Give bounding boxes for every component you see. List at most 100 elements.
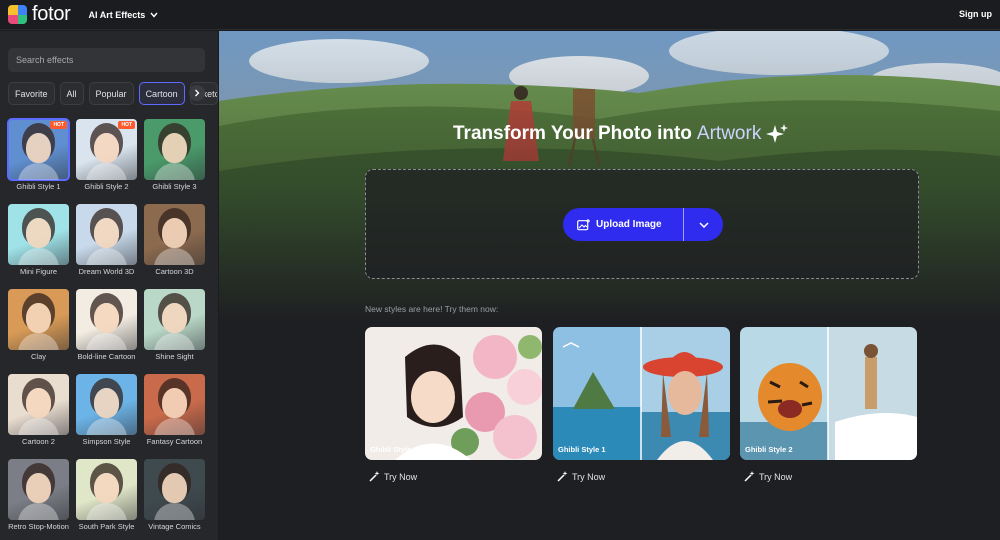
thumbnail-body — [154, 163, 195, 180]
thumbnail-figure — [162, 303, 187, 333]
effect-thumbnail[interactable] — [76, 374, 137, 435]
feature-card-ghibli-seascape[interactable]: Ghibli Style 1 — [553, 327, 730, 460]
effect-thumbnail[interactable] — [8, 289, 69, 350]
effect-thumbnail[interactable] — [8, 459, 69, 520]
hero-title: Transform Your Photo into Artwork — [453, 123, 789, 145]
thumbnail-figure — [26, 473, 51, 503]
effects-grid: HOT Ghibli Style 1 HOT Ghibli Style 2 Ghibli… — [7, 118, 205, 540]
effect-card[interactable]: HOT Ghibli Style 1 — [7, 118, 70, 204]
fotor-logo[interactable]: fotor — [8, 3, 71, 26]
effect-thumbnail[interactable] — [144, 204, 205, 265]
chevron-down-icon — [150, 12, 158, 18]
effect-label: Shine Sight — [155, 352, 194, 361]
thumbnail-body — [18, 418, 59, 435]
upload-options-dropdown[interactable] — [684, 208, 723, 241]
chevron-down-icon — [698, 221, 709, 228]
magic-wand-icon — [369, 471, 380, 482]
thumbnail-figure — [162, 388, 187, 418]
feature-card-ghibli-1[interactable]: Ghibli Style 1 — [365, 327, 542, 460]
category-chips: Favorite All Popular Cartoon Sketch — [8, 82, 218, 105]
chips-next-button[interactable] — [189, 85, 205, 101]
thumbnail-body — [86, 248, 127, 265]
thumbnail-figure — [26, 133, 51, 163]
effect-thumbnail[interactable] — [76, 204, 137, 265]
ai-art-effects-menu[interactable]: AI Art Effects — [89, 10, 159, 20]
thumbnail-body — [86, 418, 127, 435]
effect-label: Ghibli Style 1 — [16, 182, 61, 191]
effect-card[interactable]: Clay — [8, 289, 69, 374]
try-now-label: Try Now — [572, 471, 606, 482]
effect-thumbnail[interactable] — [8, 374, 69, 435]
feature-image-tiger-boat — [740, 327, 917, 460]
effect-label: Vintage Comics — [148, 522, 201, 531]
thumbnail-body — [154, 418, 195, 435]
sign-up-link[interactable]: Sign up — [959, 9, 992, 19]
effect-card[interactable]: South Park Style — [76, 459, 137, 540]
effect-card[interactable]: Bold-line Cartoon — [76, 289, 137, 374]
effect-card[interactable]: Mini Figure — [8, 204, 69, 289]
effect-card[interactable]: Retro Stop-Motion — [8, 459, 69, 540]
feature-label: Ghibli Style 2 — [745, 445, 793, 454]
sparkle-icon — [766, 124, 789, 143]
effect-card[interactable]: HOT Ghibli Style 2 — [76, 119, 137, 204]
try-now-button-2[interactable]: Try Now — [557, 471, 605, 482]
effect-label: South Park Style — [78, 522, 135, 531]
logo-text: fotor — [32, 3, 71, 25]
effect-card[interactable]: Vintage Comics — [144, 459, 205, 540]
effect-thumbnail[interactable]: HOT — [7, 118, 70, 181]
effect-card[interactable]: Cartoon 2 — [8, 374, 69, 459]
chip-popular[interactable]: Popular — [88, 82, 134, 105]
thumbnail-figure — [26, 388, 51, 418]
search-effects-input[interactable]: Search effects — [8, 48, 205, 72]
effect-thumbnail[interactable] — [144, 119, 205, 180]
try-now-label: Try Now — [759, 471, 793, 482]
feature-label: Ghibli Style 1 — [370, 445, 418, 454]
feature-image-woman-seascape — [553, 327, 730, 460]
magic-wand-icon — [557, 471, 568, 482]
thumbnail-figure — [94, 303, 119, 333]
effect-card[interactable]: Simpson Style — [76, 374, 137, 459]
thumbnail-figure — [162, 218, 187, 248]
effect-thumbnail[interactable] — [144, 374, 205, 435]
effect-label: Ghibli Style 2 — [84, 182, 129, 191]
upload-drop-zone[interactable]: Upload Image — [365, 169, 919, 279]
thumbnail-figure — [94, 473, 119, 503]
thumbnail-figure — [94, 388, 119, 418]
effect-label: Retro Stop-Motion — [8, 522, 69, 531]
thumbnail-body — [18, 248, 59, 265]
thumbnail-body — [18, 503, 59, 520]
try-now-button-1[interactable]: Try Now — [369, 471, 417, 482]
effect-label: Fantasy Cartoon — [146, 437, 203, 446]
upload-image-button[interactable]: Upload Image — [563, 208, 723, 241]
effect-label: Simpson Style — [82, 437, 131, 446]
hot-badge: HOT — [118, 121, 135, 129]
effect-thumbnail[interactable] — [144, 459, 205, 520]
chip-cartoon[interactable]: Cartoon — [138, 82, 185, 105]
effect-card[interactable]: Ghibli Style 3 — [144, 119, 205, 204]
thumbnail-figure — [94, 133, 119, 163]
thumbnail-figure — [162, 473, 187, 503]
effect-thumbnail[interactable] — [8, 204, 69, 265]
fotor-logo-icon — [8, 5, 27, 24]
effect-label: Mini Figure — [19, 267, 58, 276]
effect-thumbnail[interactable]: HOT — [76, 119, 137, 180]
thumbnail-body — [86, 163, 127, 180]
effect-thumbnail[interactable] — [76, 289, 137, 350]
effects-sidebar: Search effects Favorite All Popular Cart… — [0, 31, 218, 540]
chip-all[interactable]: All — [59, 82, 84, 105]
effect-label: Bold-line Cartoon — [77, 352, 136, 361]
effect-card[interactable]: Dream World 3D — [76, 204, 137, 289]
image-upload-icon — [577, 218, 590, 230]
feature-card-ghibli-2[interactable]: Ghibli Style 2 — [740, 327, 917, 460]
effect-label: Ghibli Style 3 — [152, 182, 197, 191]
try-now-button-3[interactable]: Try Now — [744, 471, 792, 482]
chip-favorite[interactable]: Favorite — [8, 82, 55, 105]
effect-thumbnail[interactable] — [76, 459, 137, 520]
effect-thumbnail[interactable] — [144, 289, 205, 350]
effect-card[interactable]: Fantasy Cartoon — [144, 374, 205, 459]
upload-image-main[interactable]: Upload Image — [563, 208, 683, 241]
effect-card[interactable]: Shine Sight — [144, 289, 205, 374]
thumbnail-figure — [94, 218, 119, 248]
new-styles-text: New styles are here! Try them now: — [365, 304, 499, 314]
effect-card[interactable]: Cartoon 3D — [144, 204, 205, 289]
